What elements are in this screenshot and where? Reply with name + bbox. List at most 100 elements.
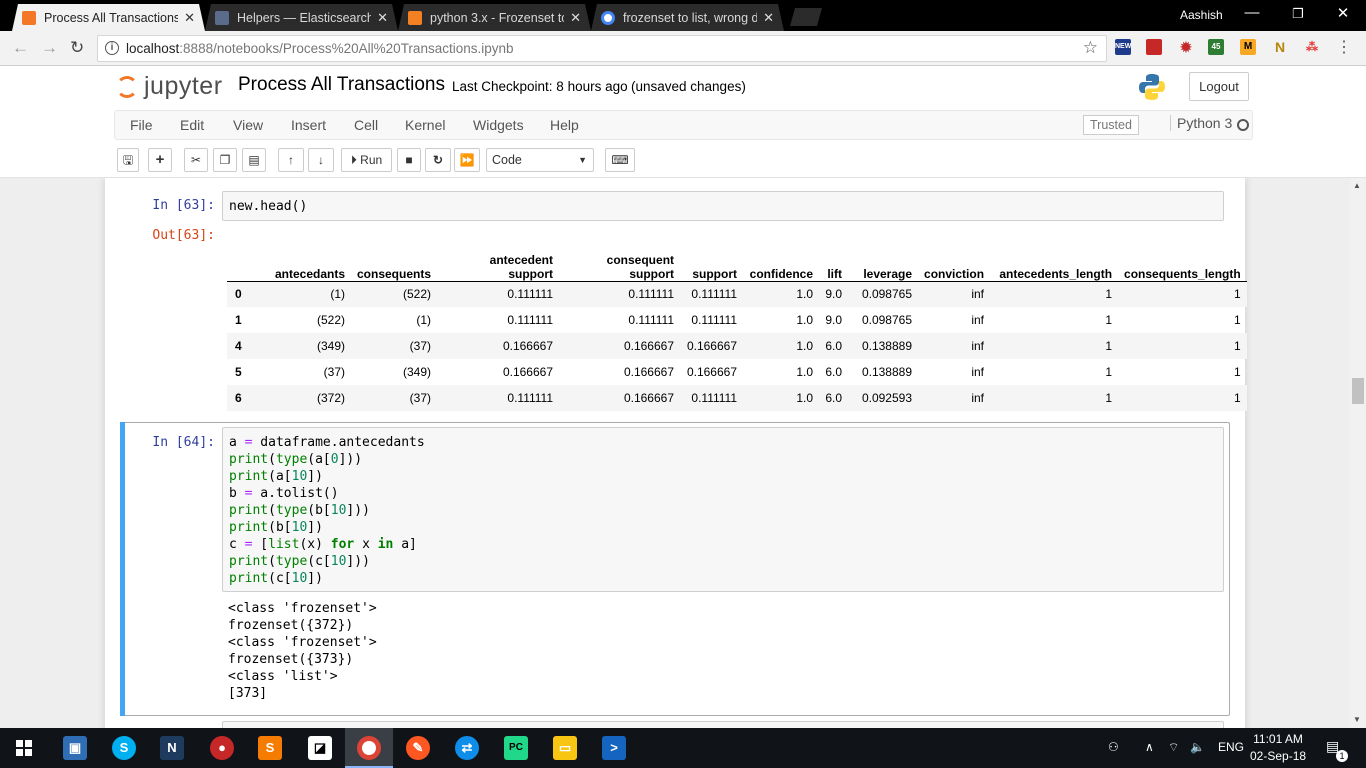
network-icon[interactable]: ⌔ xyxy=(1168,740,1179,755)
back-arrow-icon[interactable]: ← xyxy=(12,38,29,58)
google-favicon-icon xyxy=(601,11,615,25)
jupyter-header: jupyter Process All Transactions Last Ch… xyxy=(0,66,1366,178)
new-tab-button[interactable] xyxy=(790,8,822,26)
teamviewer-icon[interactable]: ⇄ xyxy=(455,736,479,760)
sticky-app-icon[interactable]: ◪ xyxy=(308,736,332,760)
minimize-icon[interactable]: — xyxy=(1237,4,1267,21)
cell-type-select[interactable]: Code ▼ xyxy=(486,148,594,172)
table-cell: (349) xyxy=(403,365,432,379)
tab-helpers-elasticsearch[interactable]: Helpers — Elasticsearch ✕ xyxy=(205,4,398,31)
table-cell: inf xyxy=(971,391,985,405)
copy-button[interactable]: ❐ xyxy=(213,148,237,172)
insert-cell-button[interactable]: + xyxy=(148,148,172,172)
chrome-icon[interactable] xyxy=(357,736,381,760)
save-icon: 🖫 xyxy=(122,153,134,167)
postman-icon[interactable]: ✎ xyxy=(406,736,430,760)
close-window-icon[interactable]: ✕ xyxy=(1328,4,1358,22)
restart-icon: ↻ xyxy=(432,153,444,167)
tray-expand-icon[interactable]: ∧ xyxy=(1145,740,1154,754)
address-bar[interactable]: i localhost:8888/notebooks/Process%20All… xyxy=(97,35,1107,62)
windows-start-icon[interactable] xyxy=(16,740,32,756)
menu-cell[interactable]: Cell xyxy=(354,117,378,133)
tab-close-icon[interactable]: ✕ xyxy=(184,10,195,26)
plus-icon: + xyxy=(155,151,165,168)
table-cell: (1) xyxy=(330,287,345,302)
run-button[interactable]: ⏵ Run xyxy=(341,148,392,172)
next-cell-input[interactable] xyxy=(222,721,1224,728)
index-header xyxy=(227,241,249,282)
skype-icon[interactable]: S xyxy=(112,736,136,760)
notebook-container[interactable]: In [63]: new.head() Out[63]: antecedants… xyxy=(0,178,1350,728)
url-host: localhost xyxy=(126,41,180,56)
menu-edit[interactable]: Edit xyxy=(180,117,204,133)
menu-kernel[interactable]: Kernel xyxy=(405,117,445,133)
cell-type-value: Code xyxy=(492,153,522,167)
scroll-down-arrow-icon[interactable]: ▼ xyxy=(1353,715,1361,724)
language-indicator[interactable]: ENG xyxy=(1218,740,1244,754)
volume-icon[interactable]: 🔈 xyxy=(1190,740,1205,754)
pycharm-icon[interactable]: PC xyxy=(504,736,528,760)
extension-m-icon[interactable]: M xyxy=(1240,39,1256,55)
cut-button[interactable]: ✂ xyxy=(184,148,208,172)
trusted-badge[interactable]: Trusted xyxy=(1083,115,1139,135)
input-prompt: In [63]: xyxy=(152,198,215,213)
tab-close-icon[interactable]: ✕ xyxy=(763,10,774,26)
restore-icon[interactable]: ❐ xyxy=(1283,6,1313,22)
site-info-icon[interactable]: i xyxy=(105,41,119,55)
extension-counter-icon[interactable]: 45 xyxy=(1208,39,1224,55)
extension-book-icon[interactable] xyxy=(1146,39,1162,55)
save-button[interactable]: 🖫 xyxy=(117,148,139,172)
forward-arrow-icon[interactable]: → xyxy=(41,38,58,58)
notebook-menubar: File Edit View Insert Cell Kernel Widget… xyxy=(114,110,1253,140)
command-palette-button[interactable]: ⌨ xyxy=(605,148,635,172)
interrupt-button[interactable]: ■ xyxy=(397,148,421,172)
column-header: lift xyxy=(819,241,849,282)
code-input-area[interactable]: a = dataframe.antecedants print(type(a[0… xyxy=(222,427,1224,592)
extension-new-icon[interactable]: NEW xyxy=(1115,39,1131,55)
extension-n-icon[interactable]: N xyxy=(1272,39,1288,55)
scrollbar-thumb[interactable] xyxy=(1352,378,1364,404)
menu-help[interactable]: Help xyxy=(550,117,579,133)
tab-stackoverflow-frozenset[interactable]: python 3.x - Frozenset to ✕ xyxy=(398,4,591,31)
move-down-button[interactable]: ↓ xyxy=(308,148,334,172)
paste-button[interactable]: ▤ xyxy=(242,148,266,172)
network-tool-icon[interactable]: N xyxy=(160,736,184,760)
reload-icon[interactable]: ↻ xyxy=(70,38,84,58)
scroll-up-arrow-icon[interactable]: ▲ xyxy=(1353,181,1361,190)
chrome-profile-name[interactable]: Aashish xyxy=(1180,8,1223,22)
logout-button[interactable]: Logout xyxy=(1189,72,1249,101)
menu-widgets[interactable]: Widgets xyxy=(473,117,524,133)
table-cell: (522) xyxy=(403,287,432,302)
bookmark-star-icon[interactable]: ☆ xyxy=(1083,38,1098,58)
file-explorer-icon[interactable]: ▭ xyxy=(553,736,577,760)
table-cell: 0.111111 xyxy=(507,391,554,405)
url-text: localhost:8888/notebooks/Process%20All%2… xyxy=(126,41,514,56)
chrome-menu-icon[interactable]: ⋮ xyxy=(1336,37,1352,57)
menu-file[interactable]: File xyxy=(130,117,153,133)
tab-close-icon[interactable]: ✕ xyxy=(570,10,581,26)
restart-button[interactable]: ↻ xyxy=(425,148,451,172)
table-cell: (37) xyxy=(323,365,345,379)
system-clock[interactable]: 11:01 AM 02-Sep-18 xyxy=(1250,731,1306,765)
restart-run-all-button[interactable]: ⏩ xyxy=(454,148,480,172)
app-red-icon[interactable]: ● xyxy=(210,736,234,760)
extension-share-icon[interactable]: ⁂ xyxy=(1304,39,1320,55)
tab-process-all-transactions[interactable]: Process All Transactions ✕ xyxy=(12,4,205,31)
menu-insert[interactable]: Insert xyxy=(291,117,326,133)
this-pc-icon[interactable]: ▣ xyxy=(63,736,87,760)
page-scrollbar[interactable]: ▲ ▼ xyxy=(1350,178,1366,728)
move-up-button[interactable]: ↑ xyxy=(278,148,304,172)
extension-bug-icon[interactable]: ✹ xyxy=(1178,39,1194,55)
notebook-name[interactable]: Process All Transactions xyxy=(238,74,445,96)
tab-close-icon[interactable]: ✕ xyxy=(377,10,388,26)
table-cell: inf xyxy=(971,313,985,327)
jupyter-logo[interactable]: jupyter xyxy=(116,72,223,101)
table-cell: 1 xyxy=(1234,287,1241,302)
people-icon[interactable]: ⚇ xyxy=(1108,740,1119,754)
jupyter-logo-text: jupyter xyxy=(144,72,223,100)
sublime-text-icon[interactable]: S xyxy=(258,736,282,760)
tab-google-search[interactable]: frozenset to list, wrong d ✕ xyxy=(591,4,784,31)
powershell-icon[interactable]: > xyxy=(602,736,626,760)
menu-view[interactable]: View xyxy=(233,117,263,133)
code-input-area[interactable]: new.head() xyxy=(222,191,1224,221)
